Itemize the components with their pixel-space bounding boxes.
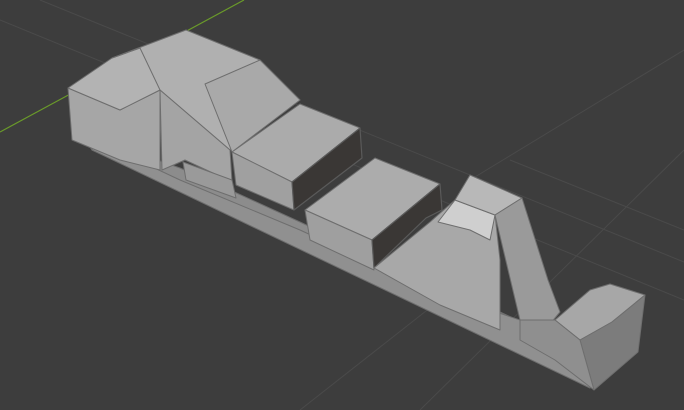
grid-line <box>469 49 684 181</box>
mesh-right-ramp <box>494 197 561 331</box>
grid-line <box>509 159 684 231</box>
viewport-canvas[interactable] <box>0 0 684 410</box>
3d-viewport[interactable] <box>0 0 684 410</box>
mesh-object[interactable] <box>67 29 646 391</box>
grid-line <box>299 299 441 410</box>
